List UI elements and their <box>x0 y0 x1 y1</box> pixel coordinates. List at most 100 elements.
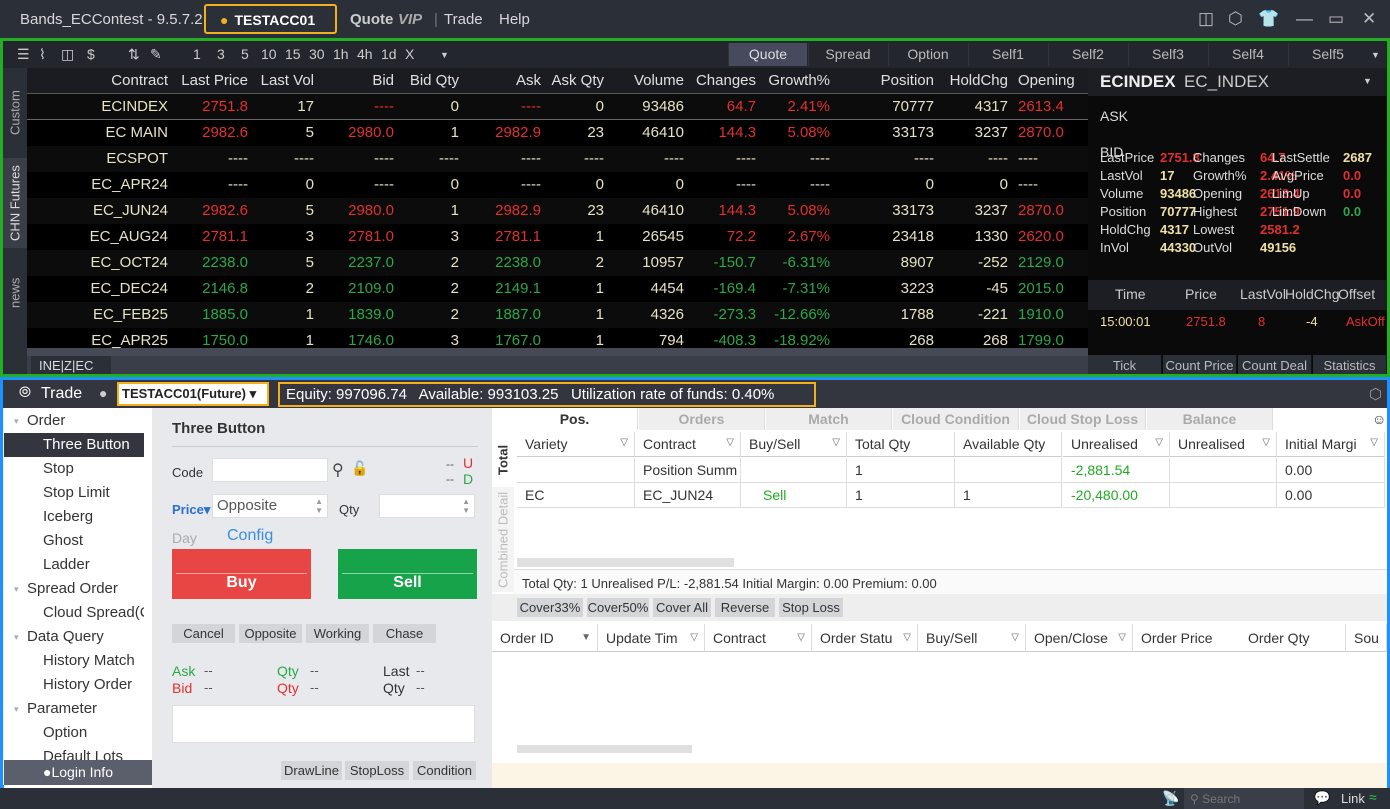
collapse-icon[interactable]: ▾ <box>14 584 19 595</box>
nav-item-ladder[interactable]: Ladder <box>4 553 144 577</box>
pos-scrollbar[interactable] <box>517 558 734 567</box>
search-box[interactable]: ⚲ Search <box>1184 788 1304 809</box>
action-cover50--button[interactable]: Cover50% <box>587 598 649 617</box>
interval-X[interactable]: X <box>405 46 414 62</box>
more-dropdown-icon[interactable]: ▼ <box>440 50 449 60</box>
order-col-sou[interactable]: Sou <box>1346 624 1387 652</box>
col-header-last-price[interactable]: Last Price <box>172 72 252 89</box>
col-header-growth-[interactable]: Growth% <box>760 72 834 89</box>
filter-icon[interactable]: ▽ <box>1118 632 1126 643</box>
action-cancel-button[interactable]: Cancel <box>172 624 235 643</box>
tab-option[interactable]: Option <box>888 43 967 66</box>
col-header-opening[interactable]: Opening <box>1012 72 1088 89</box>
chat-icon[interactable]: 💬 <box>1314 790 1330 806</box>
menu-help[interactable]: Help <box>499 11 530 28</box>
interval-10[interactable]: 10 <box>261 46 277 62</box>
exchange-tab[interactable]: INE|Z|EC <box>31 356 111 374</box>
account-badge[interactable]: ● TESTACC01 <box>204 4 337 34</box>
quote-row[interactable]: EC MAIN 2982.6 5 2980.0 1 2982.9 23 46410 144.3 5… <box>27 120 1088 146</box>
filter-icon[interactable]: ▽ <box>903 632 911 643</box>
collapse-icon[interactable]: ▾ <box>14 704 19 715</box>
search-icon[interactable]: ⚲ <box>332 460 344 480</box>
maximize-icon[interactable]: ▭ <box>1328 9 1344 29</box>
filter-icon[interactable]: ▼ <box>581 632 591 643</box>
qty-input[interactable]: ▲ ▼ <box>379 494 475 518</box>
nav-item-three-button[interactable]: Three Button <box>4 433 144 457</box>
order-col-order-statu[interactable]: Order Statu ▽ <box>812 624 918 652</box>
buy-button[interactable]: Buy <box>172 549 311 599</box>
quote-row[interactable]: EC_APR24 ---- 0 ---- 0 ---- 0 0 ---- ---- 0 0 ---- <box>27 172 1088 198</box>
menu-quote[interactable]: Quote <box>350 11 393 28</box>
collapse-icon[interactable]: ▾ <box>14 416 19 427</box>
action-drawline-button[interactable]: DrawLine <box>281 761 342 780</box>
nav-item-history-order[interactable]: History Order <box>4 673 144 697</box>
interval-1[interactable]: 1 <box>193 46 201 62</box>
quote-row[interactable]: EC_OCT24 2238.0 5 2237.0 2 2238.0 2 10957 -150.7… <box>27 250 1088 276</box>
col-header-changes[interactable]: Changes <box>688 72 760 89</box>
pos-col-buy-sell[interactable]: Buy/Sell ▽ <box>741 432 847 457</box>
horizontal-scrollbar[interactable] <box>27 348 1088 356</box>
quote-row[interactable]: ECINDEX 2751.8 17 ---- 0 ---- 0 93486 64.7 2.41% 7… <box>27 94 1088 120</box>
tab-self3[interactable]: Self3 <box>1128 43 1207 66</box>
candle-icon[interactable]: ◫ <box>61 46 74 63</box>
pos-col-unrealised[interactable]: Unrealised ▽ <box>1170 432 1277 457</box>
filter-icon[interactable]: ▽ <box>690 632 698 643</box>
action-opposite-button[interactable]: Opposite <box>239 624 302 643</box>
col-header-contract[interactable]: Contract <box>27 72 172 89</box>
menu-trade[interactable]: Trade <box>444 11 483 28</box>
config-link[interactable]: Config <box>227 527 273 545</box>
action-cover-all-button[interactable]: Cover All <box>653 598 711 617</box>
filter-icon[interactable]: ▽ <box>797 632 805 643</box>
tabs-dropdown-icon[interactable]: ▼ <box>1371 50 1380 60</box>
interval-1h[interactable]: 1h <box>333 46 349 62</box>
users-icon[interactable]: ☺ <box>1372 411 1386 427</box>
tab-self2[interactable]: Self2 <box>1048 43 1127 66</box>
side-tab-chn-futures[interactable]: CHN Futures <box>3 158 27 248</box>
interval-3[interactable]: 3 <box>217 46 225 62</box>
sell-button[interactable]: Sell <box>338 549 477 599</box>
detail-tab-count-deal[interactable]: Count Deal <box>1238 355 1312 374</box>
col-header-volume[interactable]: Volume <box>608 72 688 89</box>
col-header-ask-qty[interactable]: Ask Qty <box>545 72 608 89</box>
skin-icon[interactable]: 👕 <box>1258 9 1279 29</box>
tab-cloud-condition[interactable]: Cloud Condition <box>893 408 1019 430</box>
quote-row[interactable]: EC_JUN24 2982.6 5 2980.0 1 2982.9 23 46410 144.3… <box>27 198 1088 224</box>
col-header-position[interactable]: Position <box>834 72 938 89</box>
pos-tab-combined-detail[interactable]: Combined Detail <box>492 487 514 592</box>
satellite-icon[interactable]: 📡 <box>1162 790 1179 807</box>
pos-col-initial-margi[interactable]: Initial Margi ▽ <box>1277 432 1385 457</box>
nav-item-parameter[interactable]: ▾ Parameter <box>4 697 144 721</box>
action-reverse-button[interactable]: Reverse <box>715 598 775 617</box>
quote-row[interactable]: EC_APR25 1750.0 1 1746.0 3 1767.0 1 794 -408.3 -1… <box>27 328 1088 348</box>
detail-tab-tick[interactable]: Tick <box>1088 355 1162 374</box>
settings-icon[interactable]: ⬡ <box>1228 9 1243 29</box>
dollar-icon[interactable]: $ <box>87 46 95 62</box>
code-input[interactable] <box>212 458 328 482</box>
nav-item-history-match[interactable]: History Match <box>4 649 144 673</box>
action-stoploss-button[interactable]: StopLoss <box>345 761 409 780</box>
filter-icon[interactable]: ▽ <box>1155 437 1163 448</box>
nav-item-order[interactable]: ▾ Order <box>4 409 144 433</box>
interval-5[interactable]: 5 <box>241 46 249 62</box>
filter-icon[interactable]: ▽ <box>1370 437 1378 448</box>
action-working-button[interactable]: Working <box>306 624 369 643</box>
action-condition-button[interactable]: Condition <box>413 761 476 780</box>
nav-item-data-query[interactable]: ▾ Data Query <box>4 625 144 649</box>
close-icon[interactable]: ✕ <box>1362 9 1376 29</box>
tab-orders[interactable]: Orders <box>639 408 765 430</box>
tab-self4[interactable]: Self4 <box>1208 43 1287 66</box>
side-tab-news[interactable]: news <box>3 248 27 338</box>
tab-spread[interactable]: Spread <box>808 43 887 66</box>
nav-item-stop-limit[interactable]: Stop Limit <box>4 481 144 505</box>
nav-item-spread-order[interactable]: ▾ Spread Order <box>4 577 144 601</box>
layout-icon[interactable]: ◫ <box>1198 9 1214 29</box>
time-in-force[interactable]: Day <box>172 530 197 546</box>
sort-icon[interactable]: ⇅ <box>128 46 140 63</box>
pos-col-total-qty[interactable]: Total Qty <box>847 432 955 457</box>
quote-row[interactable]: ECSPOT ---- ---- ---- ---- ---- ---- ---- ---- --… <box>27 146 1088 172</box>
order-col-buy-sell[interactable]: Buy/Sell ▽ <box>918 624 1026 652</box>
interval-30[interactable]: 30 <box>309 46 325 62</box>
action-stop-loss-button[interactable]: Stop Loss <box>779 598 843 617</box>
login-info-button[interactable]: ●Login Info <box>4 760 152 785</box>
tab-balance[interactable]: Balance <box>1147 408 1273 430</box>
